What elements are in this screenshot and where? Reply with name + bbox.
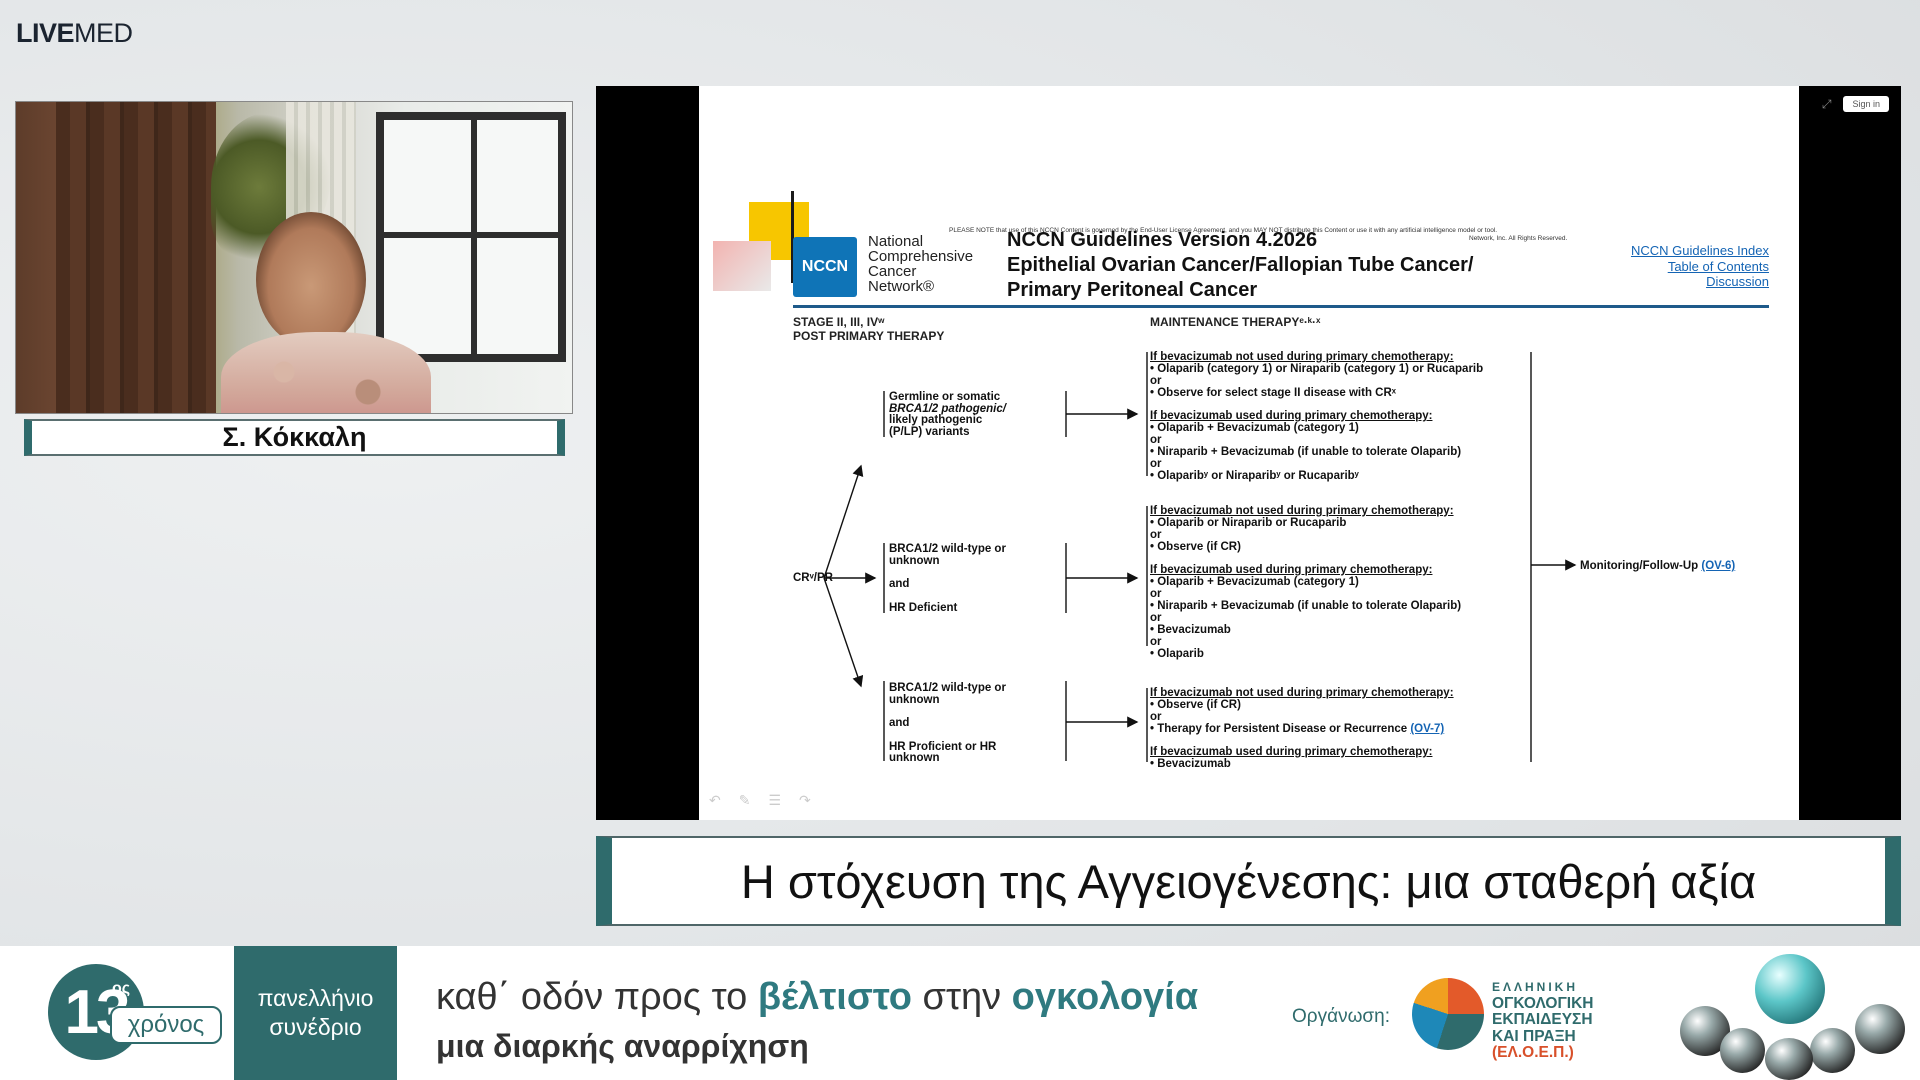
video-background-door [56, 102, 216, 413]
pen-icon[interactable]: ✎ [739, 792, 751, 809]
org-abbr: (ΕΛ.Ο.Ε.Π.) [1492, 1044, 1574, 1061]
next-slide-icon[interactable]: ↷ [799, 792, 811, 809]
b3-options: If bevacizumab not used during primary c… [1150, 687, 1454, 770]
branch-line: BRCA1/2 wild-type or [889, 682, 1006, 694]
eloep-logo-icon [1412, 978, 1484, 1050]
logo-light: MED [74, 18, 133, 48]
org-name-line: ΟΓΚΟΛΟΓΙΚΗ [1492, 994, 1594, 1012]
branch-line: unknown [889, 752, 940, 764]
banner-tagline: καθ΄ οδόν προς το βέλτιστο στην ογκολογί… [436, 976, 1198, 1019]
speaker-video[interactable] [15, 101, 573, 414]
organizer-label: Οργάνωση: [1292, 1006, 1390, 1027]
org-name-line: ΚΑΙ ΠΡΑΞΗ [1492, 1027, 1576, 1045]
b3-used-heading: If bevacizumab used during primary chemo… [1150, 746, 1433, 758]
livemed-logo: LIVEMED [16, 18, 133, 49]
screen-top-controls: ⤢ Sign in [1822, 96, 1889, 112]
option-line: or [1150, 529, 1162, 541]
option-line: • Observe (if CR) [1150, 541, 1241, 553]
option-line: • Olaparib + Bevacizumab (category 1) [1150, 422, 1359, 434]
b1-options: If bevacizumab not used during primary c… [1150, 351, 1483, 482]
branch-line: BRCA1/2 wild-type or [889, 543, 1006, 555]
b2-used-heading: If bevacizumab used during primary chemo… [1150, 564, 1433, 576]
conference-banner: 13 ος χρόνος πανελλήνιο συνέδριο καθ΄ οδ… [0, 946, 1920, 1080]
b1-not-used-heading: If bevacizumab not used during primary c… [1150, 351, 1454, 363]
branch-line: (P/LP) variants [889, 425, 970, 438]
branch-hr-deficient: BRCA1/2 wild-type or unknown and HR Defi… [889, 543, 1006, 614]
b2-options: If bevacizumab not used during primary c… [1150, 505, 1461, 660]
tagline-part: στην [911, 976, 1012, 1018]
branch-line: HR Deficient [889, 601, 958, 614]
talk-title-bar: Η στόχευση της Αγγειογένεσης: μια σταθερ… [596, 836, 1901, 926]
link-ov6[interactable]: (OV-6) [1701, 560, 1735, 572]
branch-line: Germline or somatic [889, 391, 1001, 403]
tagline-part: καθ΄ οδόν προς το [436, 976, 758, 1018]
monitoring-text: Monitoring/Follow-Up [1580, 560, 1699, 572]
option-line: or [1150, 612, 1162, 624]
edition-suffix: ος [112, 980, 131, 997]
branch-line: unknown [889, 693, 940, 706]
branch-line: and [889, 578, 910, 590]
shared-screen: PLEASE NOTE that use of this NCCN Conten… [596, 86, 1901, 820]
congress-line: πανελλήνιο [257, 985, 374, 1011]
org-name-line: ΕΛΛΗΝΙΚΗ [1492, 980, 1579, 994]
slide-nav-controls: ↶ ✎ ☰ ↷ [709, 792, 811, 809]
option-line: • Niraparib + Bevacizumab (if unable to … [1150, 600, 1462, 612]
org-name-line: ΕΚΠΑΙΔΕΥΣΗ [1492, 1011, 1593, 1028]
option-line: • Observe (if CR) [1150, 699, 1241, 711]
organizer-name: ΕΛΛΗΝΙΚΗ ΟΓΚΟΛΟΓΙΚΗ ΕΚΠΑΙΔΕΥΣΗ ΚΑΙ ΠΡΑΞΗ… [1492, 979, 1593, 1062]
option-line: • Niraparib + Bevacizumab (if unable to … [1150, 446, 1462, 458]
sign-in-button[interactable]: Sign in [1843, 96, 1889, 112]
branch-line: likely pathogenic [889, 414, 983, 426]
talk-title: Η στόχευση της Αγγειογένεσης: μια σταθερ… [740, 854, 1757, 908]
branch-line: unknown [889, 554, 940, 567]
congress-label: πανελλήνιο συνέδριο [234, 946, 397, 1080]
speaker-name-bar: Σ. Κόκκαλη [24, 419, 565, 456]
option-line: • Therapy for Persistent Disease or Recu… [1150, 723, 1454, 735]
edition-years-label: χρόνος [110, 1006, 222, 1044]
option-line: or [1150, 711, 1162, 723]
logo-bold: LIVE [16, 18, 75, 48]
collapse-icon[interactable]: ⤢ [1822, 97, 1832, 112]
slide: PLEASE NOTE that use of this NCCN Conten… [699, 86, 1799, 820]
link-ov7[interactable]: (OV-7) [1410, 723, 1444, 735]
menu-icon[interactable]: ☰ [768, 792, 781, 809]
congress-line: συνέδριο [269, 1014, 362, 1040]
therapy-text: • Therapy for Persistent Disease or Recu… [1150, 723, 1408, 735]
option-line: • Olaparib or Niraparib or Rucaparib [1150, 517, 1347, 529]
option-line: • Olaparib + Bevacizumab (category 1) [1150, 576, 1359, 588]
option-line: • Olaparibʸ or Niraparibʸ or Rucaparibʸ [1150, 470, 1359, 482]
branch-hr-proficient: BRCA1/2 wild-type or unknown and HR Prof… [889, 682, 1006, 765]
b2-not-used-heading: If bevacizumab not used during primary c… [1150, 505, 1454, 517]
banner-subtagline: μια διαρκής αναρρίχηση [436, 1028, 809, 1064]
option-line: • Bevacizumab [1150, 624, 1231, 636]
b1-used-heading: If bevacizumab used during primary chemo… [1150, 410, 1433, 422]
option-line: or [1150, 375, 1162, 387]
option-line: • Olaparib [1150, 648, 1204, 660]
speaker-figure [211, 212, 456, 413]
monitoring-label: Monitoring/Follow-Up (OV-6) [1580, 560, 1735, 572]
prev-slide-icon[interactable]: ↶ [709, 792, 721, 809]
option-line: or [1150, 434, 1162, 446]
option-line: • Bevacizumab [1150, 758, 1231, 770]
option-line: or [1150, 636, 1162, 648]
tagline-highlight: βέλτιστο [757, 976, 912, 1018]
speaker-head [256, 212, 366, 347]
branch-line: and [889, 717, 910, 729]
branch-brca-variants: Germline or somatic BRCA1/2 pathogenic/ … [889, 391, 1006, 438]
speaker-name: Σ. Κόκκαλη [222, 422, 367, 452]
b3-not-used-heading: If bevacizumab not used during primary c… [1150, 687, 1454, 699]
molecule-decoration-icon [1660, 946, 1920, 1080]
speaker-scarf [221, 332, 431, 413]
option-line: • Observe for select stage II disease wi… [1150, 387, 1396, 399]
cr-pr-label: CRᵛ/PR [793, 572, 833, 584]
tagline-highlight: ογκολογία [1011, 976, 1199, 1018]
option-line: or [1150, 588, 1162, 600]
option-line: or [1150, 458, 1162, 470]
option-line: • Olaparib (category 1) or Niraparib (ca… [1150, 363, 1484, 375]
